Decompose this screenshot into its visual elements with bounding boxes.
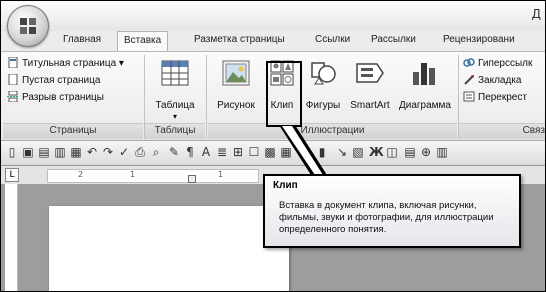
insert-icon[interactable]: ⊞ bbox=[231, 145, 245, 159]
shapes-icon bbox=[311, 62, 336, 85]
cross-reference-button[interactable]: Перекрест bbox=[463, 91, 527, 103]
blank-page-label: Пустая страница bbox=[22, 75, 101, 86]
document-page[interactable] bbox=[49, 206, 289, 291]
smartart-icon bbox=[356, 63, 384, 83]
tab-stop-selector[interactable]: L bbox=[5, 168, 19, 182]
tab-home[interactable]: Главная bbox=[63, 34, 101, 45]
word-window: Д Главная Вставка Разметка страницы Ссыл… bbox=[0, 0, 546, 292]
print-icon[interactable]: ⎙ bbox=[133, 145, 147, 159]
picture-button[interactable]: Рисунок bbox=[211, 54, 261, 120]
tab-insert[interactable]: Вставка bbox=[117, 31, 169, 51]
paragraph-marks-icon[interactable]: ¶ bbox=[183, 145, 197, 159]
title-bar: Д bbox=[1, 1, 545, 31]
title-page-icon bbox=[8, 57, 18, 68]
title-page-label: Титульная страница bbox=[22, 58, 117, 69]
hyperlink-button[interactable]: Гиперссылк bbox=[463, 57, 532, 69]
tab-mailings[interactable]: Рассылки bbox=[371, 34, 416, 45]
tables-group-label: Таблицы bbox=[154, 125, 196, 136]
page-break-label: Разрыв страницы bbox=[22, 92, 104, 103]
ribbon-tabs: Главная Вставка Разметка страницы Ссылки… bbox=[1, 31, 545, 52]
border-icon[interactable]: ◫ bbox=[385, 145, 399, 159]
ruler-number: 1 bbox=[218, 170, 224, 179]
horizontal-ruler[interactable]: 2 1 1 bbox=[47, 169, 259, 183]
page-break-button[interactable]: Разрыв страницы bbox=[7, 91, 104, 103]
smartart-label: SmartArt bbox=[350, 100, 390, 111]
window-title: Д bbox=[531, 7, 541, 21]
chart-label: Диаграмма bbox=[398, 100, 451, 111]
tab-page-layout[interactable]: Разметка страницы bbox=[194, 34, 285, 45]
indent-marker[interactable] bbox=[188, 175, 196, 183]
title-page-button[interactable]: Титульная страница ▾ bbox=[7, 57, 124, 69]
ruler-number: 1 bbox=[130, 170, 136, 179]
clip-tooltip: Клип Вставка в документ клипа, включая р… bbox=[263, 174, 521, 248]
office-button[interactable] bbox=[7, 5, 49, 47]
font-icon[interactable]: A bbox=[199, 145, 213, 159]
columns-icon[interactable]: ≣ bbox=[215, 145, 229, 159]
office-logo-icon bbox=[20, 18, 36, 34]
cross-reference-label: Перекрест bbox=[478, 92, 527, 103]
layout-icon[interactable]: ▦ bbox=[69, 145, 83, 159]
callout-pointer bbox=[279, 125, 327, 175]
pages-group-label: Страницы bbox=[49, 125, 97, 136]
picture-icon bbox=[222, 60, 250, 86]
save-icon[interactable]: ▣ bbox=[21, 145, 35, 159]
smartart-button[interactable]: SmartArt bbox=[345, 54, 395, 120]
zoom-icon[interactable]: ⊕ bbox=[419, 145, 433, 159]
ruler-number: 2 bbox=[78, 170, 84, 179]
tooltip-body: Вставка в документ клипа, включая рисунк… bbox=[279, 200, 494, 235]
clip-highlight-frame bbox=[266, 61, 302, 127]
tooltip-title: Клип bbox=[273, 180, 298, 191]
print-preview-icon[interactable]: ▥ bbox=[53, 145, 67, 159]
shapes-button[interactable]: Фигуры bbox=[301, 54, 345, 120]
tab-review[interactable]: Рецензировани bbox=[443, 34, 515, 45]
new-document-icon[interactable]: ▯ bbox=[5, 145, 19, 159]
page-break-icon bbox=[7, 91, 19, 102]
shapes-label: Фигуры bbox=[305, 100, 341, 111]
hyperlink-label: Гиперссылк bbox=[478, 58, 533, 69]
table-button[interactable]: Таблица ▾ bbox=[148, 54, 202, 121]
chevron-down-icon: ▾ bbox=[172, 112, 177, 121]
open-icon[interactable]: ▤ bbox=[37, 145, 51, 159]
box-icon[interactable]: ☐ bbox=[247, 145, 261, 159]
bookmark-label: Закладка bbox=[478, 75, 522, 86]
picture-label: Рисунок bbox=[217, 100, 255, 111]
format-painter-icon[interactable]: ✎ bbox=[167, 145, 181, 159]
separator bbox=[206, 55, 207, 139]
bookmark-button[interactable]: Закладка bbox=[463, 74, 521, 86]
redo-icon[interactable]: ↷ bbox=[101, 145, 115, 159]
chart-icon bbox=[413, 63, 435, 85]
table-label: Таблица bbox=[155, 100, 195, 111]
vertical-ruler[interactable] bbox=[5, 184, 18, 291]
cross-reference-icon bbox=[463, 91, 475, 102]
table-icon bbox=[161, 60, 189, 86]
bold-icon[interactable]: Ж bbox=[369, 145, 384, 159]
table-small-icon[interactable]: ▤ bbox=[403, 145, 417, 159]
chart-button[interactable]: Диаграмма bbox=[395, 54, 455, 120]
hyperlink-icon bbox=[463, 58, 475, 67]
document-map-icon[interactable]: ▥ bbox=[435, 145, 449, 159]
undo-icon[interactable]: ↶ bbox=[85, 145, 99, 159]
blank-page-button[interactable]: Пустая страница bbox=[7, 74, 100, 86]
image-icon[interactable]: ▧ bbox=[351, 145, 365, 159]
links-group-label: Связ bbox=[522, 125, 545, 136]
bookmark-icon bbox=[464, 75, 474, 85]
preview-icon[interactable]: ⌕ bbox=[149, 145, 163, 159]
tab-references[interactable]: Ссылки bbox=[315, 34, 350, 45]
spelling-icon[interactable]: ✓ bbox=[117, 145, 131, 159]
blank-page-icon bbox=[8, 74, 18, 85]
